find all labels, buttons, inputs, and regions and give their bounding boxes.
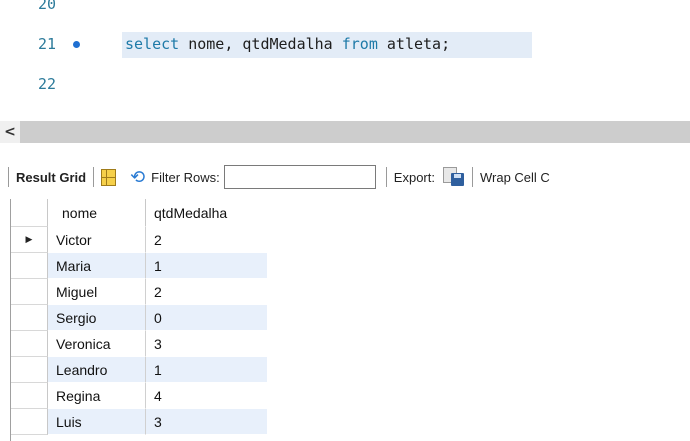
export-label: Export:	[393, 169, 435, 185]
filter-rows-input[interactable]	[223, 165, 376, 189]
column-header-qtdmedalha[interactable]: qtdMedalha	[146, 199, 267, 227]
row-indicator-header	[11, 199, 48, 227]
table-row[interactable]: Leandro 1	[11, 357, 267, 383]
sql-statement[interactable]: select nome, qtdMedalha from atleta;	[125, 35, 450, 53]
sql-editor[interactable]: 20 21 select nome, qtdMedalha from atlet…	[0, 0, 690, 112]
code-line-20: 20	[0, 0, 690, 26]
statement-dot-icon	[73, 41, 80, 48]
refresh-icon[interactable]: ⟲	[130, 167, 145, 188]
cell-nome[interactable]: Luis	[48, 409, 146, 435]
cell-qtdmedalha[interactable]: 3	[146, 409, 267, 435]
cell-qtdmedalha[interactable]: 1	[146, 253, 267, 279]
result-grid[interactable]: nome qtdMedalha ▶ Victor 2 Maria 1 Miguel 2 Ser…	[10, 199, 267, 441]
cell-nome[interactable]: Sergio	[48, 305, 146, 331]
sql-keyword: from	[341, 35, 378, 53]
wrap-cell-content-label[interactable]: Wrap Cell C	[480, 170, 550, 185]
table-row[interactable]: Luis 3	[11, 409, 267, 435]
cell-nome[interactable]: Leandro	[48, 357, 146, 383]
toolbar-separator	[93, 167, 95, 187]
result-grid-tab[interactable]: Result Grid	[16, 170, 86, 185]
row-indicator[interactable]	[11, 331, 48, 357]
export-file-icon[interactable]	[442, 167, 465, 187]
cell-qtdmedalha[interactable]: 3	[146, 331, 267, 357]
column-header-nome[interactable]: nome	[48, 199, 146, 227]
table-row[interactable]: Miguel 2	[11, 279, 267, 305]
sql-text: nome, qtdMedalha	[179, 35, 342, 53]
mysql-workbench-query-panel: 20 21 select nome, qtdMedalha from atlet…	[0, 0, 690, 441]
code-line-22: 22	[0, 72, 690, 98]
filter-rows-label: Filter Rows:	[151, 169, 220, 185]
toolbar-separator	[471, 167, 473, 187]
line-number: 20	[38, 0, 57, 13]
horizontal-scrollbar[interactable]: <	[0, 121, 690, 143]
cell-qtdmedalha[interactable]: 2	[146, 227, 267, 253]
row-indicator[interactable]	[11, 357, 48, 383]
result-toolbar: Result Grid ⟲ Filter Rows: Export: Wrap …	[0, 160, 690, 194]
sql-text: atleta;	[377, 35, 451, 53]
toolbar-separator	[8, 167, 9, 187]
cell-qtdmedalha[interactable]: 1	[146, 357, 267, 383]
table-row[interactable]: Sergio 0	[11, 305, 267, 331]
grid-view-icon[interactable]	[101, 168, 117, 186]
cell-qtdmedalha[interactable]: 4	[146, 383, 267, 409]
scroll-left-arrow-icon[interactable]: <	[0, 121, 20, 143]
table-row[interactable]: Veronica 3	[11, 331, 267, 357]
row-indicator[interactable]	[11, 305, 48, 331]
row-indicator[interactable]	[11, 409, 48, 435]
cell-nome[interactable]: Miguel	[48, 279, 146, 305]
grid-body: ▶ Victor 2 Maria 1 Miguel 2 Sergio 0 Veronica 3 Lea…	[11, 227, 267, 435]
grid-header-row: nome qtdMedalha	[11, 199, 267, 227]
line-number: 21	[38, 35, 57, 53]
cell-qtdmedalha[interactable]: 0	[146, 305, 267, 331]
current-row-arrow-icon[interactable]: ▶	[11, 227, 48, 253]
row-indicator[interactable]	[11, 279, 48, 305]
table-row[interactable]: Regina 4	[11, 383, 267, 409]
table-row[interactable]: Maria 1	[11, 253, 267, 279]
row-indicator[interactable]	[11, 253, 48, 279]
cell-nome[interactable]: Maria	[48, 253, 146, 279]
code-line-21[interactable]: 21 select nome, qtdMedalha from atleta;	[0, 32, 690, 58]
toolbar-separator	[385, 167, 387, 187]
cell-nome[interactable]: Veronica	[48, 331, 146, 357]
sql-keyword: select	[125, 35, 180, 53]
line-number: 22	[38, 75, 57, 93]
cell-qtdmedalha[interactable]: 2	[146, 279, 267, 305]
table-row[interactable]: ▶ Victor 2	[11, 227, 267, 253]
row-indicator[interactable]	[11, 383, 48, 409]
cell-nome[interactable]: Victor	[48, 227, 146, 253]
cell-nome[interactable]: Regina	[48, 383, 146, 409]
